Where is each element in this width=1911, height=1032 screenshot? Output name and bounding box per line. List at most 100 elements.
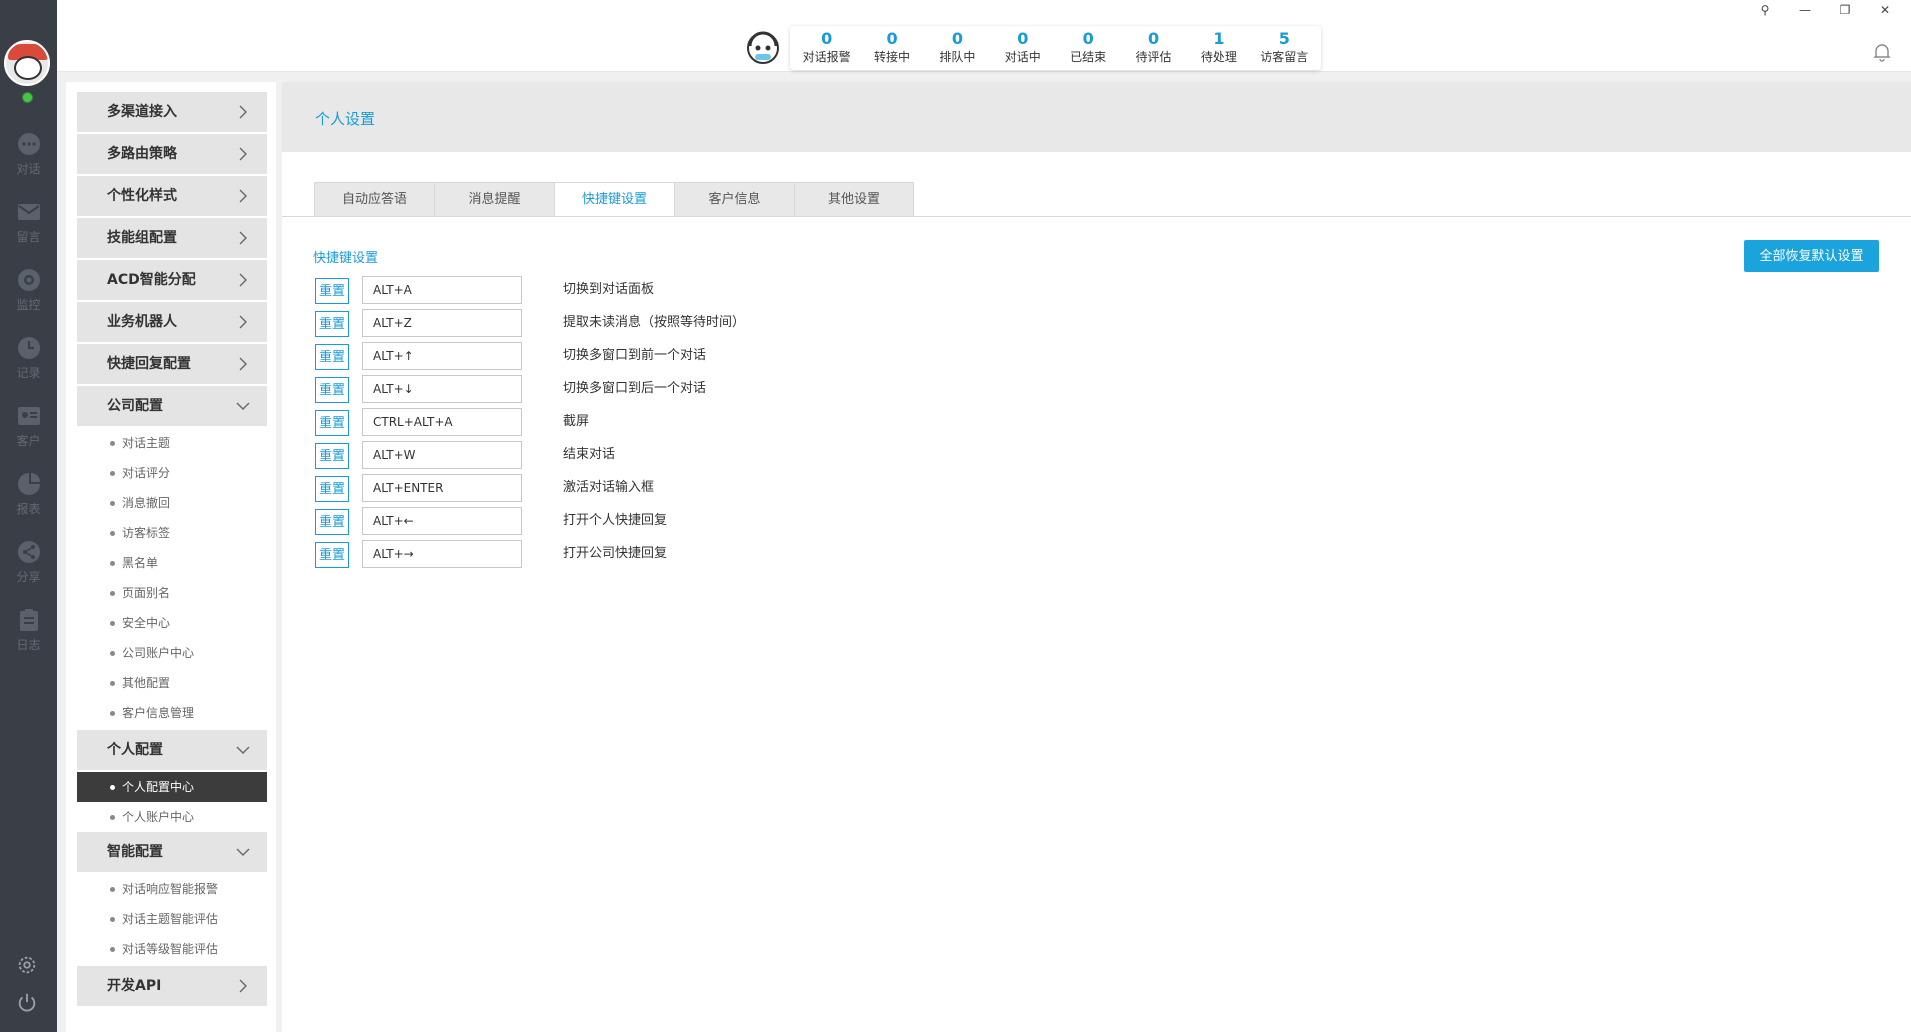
reset-all-button[interactable]: 全部恢复默认设置 — [1744, 240, 1879, 272]
nav-skill-groups[interactable]: 技能组配置 — [77, 218, 267, 258]
stat-to-evaluate[interactable]: 0 待评估 — [1126, 26, 1182, 70]
stat-pending[interactable]: 1 待处理 — [1191, 26, 1247, 70]
rail-item-monitor[interactable]: 监控 — [0, 268, 57, 328]
reset-button[interactable]: 重置 — [315, 377, 349, 403]
nav-sub-item-active[interactable]: 个人配置中心 — [77, 772, 267, 802]
nav-smart-config[interactable]: 智能配置 — [77, 832, 267, 872]
stat-in-chat[interactable]: 0 对话中 — [995, 26, 1051, 70]
nav-sub-item[interactable]: 对话评分 — [77, 458, 267, 488]
nav-sub-item[interactable]: 对话主题智能评估 — [77, 904, 267, 934]
shortcut-row: 重置 ALT+→ 打开公司快捷回复 — [315, 540, 1115, 568]
shortcut-key-input[interactable]: ALT+↑ — [362, 342, 522, 370]
reset-button[interactable]: 重置 — [315, 509, 349, 535]
reset-button[interactable]: 重置 — [315, 476, 349, 502]
nav-sub-item[interactable]: 个人账户中心 — [77, 802, 267, 832]
reset-button[interactable]: 重置 — [315, 344, 349, 370]
chevron-right-icon — [239, 189, 247, 203]
nav-robot[interactable]: 业务机器人 — [77, 302, 267, 342]
agent-headset-icon[interactable] — [743, 28, 783, 68]
pie-chart-icon — [17, 473, 40, 495]
shortcut-key-input[interactable]: ALT+W — [362, 441, 522, 469]
nav-quick-reply[interactable]: 快捷回复配置 — [77, 344, 267, 384]
nav-dev-api[interactable]: 开发API — [77, 966, 267, 1006]
reset-button[interactable]: 重置 — [315, 443, 349, 469]
nav-routing[interactable]: 多路由策略 — [77, 134, 267, 174]
nav-sub-item[interactable]: 安全中心 — [77, 608, 267, 638]
nav-sub-item[interactable]: 页面别名 — [77, 578, 267, 608]
rail-item-message[interactable]: 留言 — [0, 200, 57, 260]
rail-item-records[interactable]: 记录 — [0, 336, 57, 396]
tab-shortcuts[interactable]: 快捷键设置 — [554, 182, 674, 217]
nav-personal-config[interactable]: 个人配置 — [77, 730, 267, 770]
chevron-down-icon — [236, 402, 250, 410]
reset-button[interactable]: 重置 — [315, 410, 349, 436]
restore-button[interactable]: ❐ — [1825, 0, 1865, 20]
stat-queueing[interactable]: 0 排队中 — [929, 26, 985, 70]
shortcut-description: 提取未读消息（按照等待时间） — [563, 315, 746, 330]
shortcut-key-input[interactable]: ALT+↓ — [362, 375, 522, 403]
shortcut-description: 打开个人快捷回复 — [563, 513, 668, 528]
nav-styles[interactable]: 个性化样式 — [77, 176, 267, 216]
nav-sub-item[interactable]: 对话等级智能评估 — [77, 934, 267, 964]
settings-gear-icon[interactable] — [16, 954, 38, 976]
nav-sub-item[interactable]: 其他配置 — [77, 668, 267, 698]
settings-tabs: 自动应答语 消息提醒 快捷键设置 客户信息 其他设置 — [314, 182, 914, 217]
nav-sub-item[interactable]: 公司账户中心 — [77, 638, 267, 668]
reset-button[interactable]: 重置 — [315, 311, 349, 337]
rail-item-reports[interactable]: 报表 — [0, 472, 57, 532]
mail-icon — [17, 204, 40, 220]
power-icon[interactable] — [16, 992, 38, 1014]
chevron-right-icon — [239, 147, 247, 161]
rail-item-logs[interactable]: 日志 — [0, 608, 57, 668]
clipboard-icon — [19, 609, 38, 631]
nav-multichannel[interactable]: 多渠道接入 — [77, 92, 267, 132]
reset-button[interactable]: 重置 — [315, 278, 349, 304]
nav-acd[interactable]: ACD智能分配 — [77, 260, 267, 300]
bell-icon[interactable] — [1872, 42, 1892, 62]
share-icon — [17, 541, 40, 563]
chevron-right-icon — [239, 357, 247, 371]
tab-auto-reply[interactable]: 自动应答语 — [314, 182, 434, 217]
shortcut-key-input[interactable]: ALT+ENTER — [362, 474, 522, 502]
shortcut-key-input[interactable]: CTRL+ALT+A — [362, 408, 522, 436]
settings-sidebar: 多渠道接入 多路由策略 个性化样式 技能组配置 ACD智能分配 业务机器人 快捷… — [66, 82, 276, 1032]
rail-item-share[interactable]: 分享 — [0, 540, 57, 600]
main-content: 个人设置 自动应答语 消息提醒 快捷键设置 客户信息 其他设置 快捷键设置 全部… — [282, 82, 1911, 1032]
shortcut-description: 结束对话 — [563, 447, 616, 462]
nav-sub-item[interactable]: 客户信息管理 — [77, 698, 267, 728]
tab-notifications[interactable]: 消息提醒 — [434, 182, 554, 217]
pin-icon[interactable]: ⚲ — [1745, 0, 1785, 20]
stat-visitor-messages[interactable]: 5 访客留言 — [1256, 26, 1312, 70]
nav-sub-item[interactable]: 对话响应智能报警 — [77, 874, 267, 904]
shortcut-key-input[interactable]: ALT+→ — [362, 540, 522, 568]
rail-item-chat[interactable]: 对话 — [0, 132, 57, 192]
shortcut-key-input[interactable]: ALT+← — [362, 507, 522, 535]
user-avatar[interactable] — [4, 40, 50, 86]
rail-label: 客户 — [16, 434, 41, 448]
close-button[interactable]: ✕ — [1865, 0, 1905, 20]
tab-other-settings[interactable]: 其他设置 — [794, 182, 914, 217]
stat-transferring[interactable]: 0 转接中 — [864, 26, 920, 70]
nav-sub-item[interactable]: 黑名单 — [77, 548, 267, 578]
shortcut-row: 重置 CTRL+ALT+A 截屏 — [315, 408, 1115, 436]
shortcut-row: 重置 ALT+W 结束对话 — [315, 441, 1115, 469]
eye-icon — [17, 269, 40, 291]
chevron-right-icon — [239, 979, 247, 993]
shortcut-row: 重置 ALT+← 打开个人快捷回复 — [315, 507, 1115, 535]
shortcut-row: 重置 ALT+↓ 切换多窗口到后一个对话 — [315, 375, 1115, 403]
stat-alarm[interactable]: 0 对话报警 — [799, 26, 855, 70]
reset-button[interactable]: 重置 — [315, 542, 349, 568]
shortcut-row: 重置 ALT+ENTER 激活对话输入框 — [315, 474, 1115, 502]
shortcut-key-input[interactable]: ALT+A — [362, 276, 522, 304]
stat-ended[interactable]: 0 已结束 — [1060, 26, 1116, 70]
shortcut-description: 切换多窗口到前一个对话 — [563, 348, 707, 363]
nav-sub-item[interactable]: 访客标签 — [77, 518, 267, 548]
chevron-right-icon — [239, 105, 247, 119]
nav-sub-item[interactable]: 对话主题 — [77, 428, 267, 458]
rail-item-customers[interactable]: 客户 — [0, 404, 57, 464]
minimize-button[interactable]: — — [1785, 0, 1825, 20]
shortcut-key-input[interactable]: ALT+Z — [362, 309, 522, 337]
tab-customer-info[interactable]: 客户信息 — [674, 182, 794, 217]
nav-company-config[interactable]: 公司配置 — [77, 386, 267, 426]
nav-sub-item[interactable]: 消息撤回 — [77, 488, 267, 518]
